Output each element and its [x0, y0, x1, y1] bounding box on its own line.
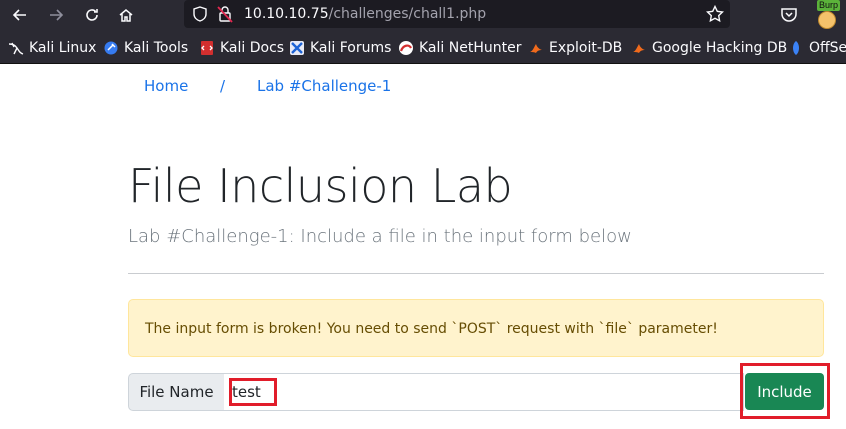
page-subtitle: Lab #Challenge-1: Include a file in the … — [128, 226, 632, 247]
bookmark-label: Kali NetHunter — [419, 40, 522, 56]
file-name-label: File Name — [128, 373, 225, 411]
insecure-lock-icon[interactable] — [217, 5, 233, 23]
back-arrow-icon[interactable] — [8, 3, 32, 27]
kali-tools-icon — [104, 41, 118, 55]
kali-forums-icon — [290, 41, 304, 55]
button-highlight-box — [740, 363, 830, 419]
bookmark-exploit-db[interactable]: Exploit-DB — [528, 39, 622, 57]
bookmark-star-icon[interactable] — [706, 5, 724, 23]
kali-docs-icon — [201, 41, 213, 55]
bookmark-google-hacking-db[interactable]: Google Hacking DB — [631, 39, 787, 57]
bookmark-kali-linux[interactable]: Kali Linux — [8, 39, 96, 57]
address-bar[interactable]: 10.10.10.75/challenges/chall1.php — [184, 0, 730, 28]
bookmark-label: Kali Tools — [124, 40, 189, 56]
burp-extension[interactable]: Burp — [812, 0, 846, 30]
warning-alert: The input form is broken! You need to se… — [128, 299, 824, 357]
url-text: 10.10.10.75/challenges/chall1.php — [244, 5, 486, 23]
bookmarks-bar: Kali Linux Kali Tools Kali Docs Kali For… — [0, 30, 846, 64]
url-host: 10.10.10.75 — [244, 6, 329, 22]
burp-label: Burp — [817, 0, 841, 11]
breadcrumb-home-link[interactable]: Home — [144, 77, 188, 95]
bookmark-offsec[interactable]: OffSe — [788, 39, 846, 57]
divider — [128, 273, 824, 274]
bookmark-kali-forums[interactable]: Kali Forums — [289, 39, 391, 57]
shield-icon[interactable] — [192, 6, 208, 22]
file-name-input[interactable]: test — [224, 373, 744, 411]
bookmark-kali-docs[interactable]: Kali Docs — [199, 39, 284, 57]
burp-face-icon — [818, 11, 836, 29]
bookmark-label: Google Hacking DB — [652, 40, 788, 56]
bookmark-label: Kali Linux — [29, 40, 97, 56]
forward-arrow-icon[interactable] — [44, 3, 68, 27]
bookmark-label: Exploit-DB — [549, 40, 623, 56]
nethunter-icon — [399, 41, 413, 55]
input-highlight-box — [229, 378, 277, 406]
bookmark-kali-tools[interactable]: Kali Tools — [103, 39, 188, 57]
reload-icon[interactable] — [80, 3, 104, 27]
breadcrumb-current-link[interactable]: Lab #Challenge-1 — [257, 77, 391, 95]
alert-text: The input form is broken! You need to se… — [145, 321, 718, 337]
url-path: /challenges/chall1.php — [328, 6, 487, 22]
ghdb-icon — [633, 44, 645, 53]
page-content: Home / Lab #Challenge-1 File Inclusion L… — [0, 64, 846, 429]
kali-dragon-icon — [8, 42, 24, 55]
bookmark-label: Kali Forums — [310, 40, 392, 56]
bookmark-kali-nethunter[interactable]: Kali NetHunter — [398, 39, 521, 57]
breadcrumb-separator: / — [220, 77, 226, 95]
page-title: File Inclusion Lab — [128, 159, 513, 213]
bookmark-label: OffSe — [809, 40, 846, 56]
bookmark-label: Kali Docs — [220, 40, 285, 56]
exploit-db-icon — [530, 44, 542, 53]
offsec-icon — [793, 41, 799, 55]
pocket-icon[interactable] — [780, 6, 798, 24]
browser-toolbar: 10.10.10.75/challenges/chall1.php Burp — [0, 0, 846, 30]
home-icon[interactable] — [114, 3, 138, 27]
